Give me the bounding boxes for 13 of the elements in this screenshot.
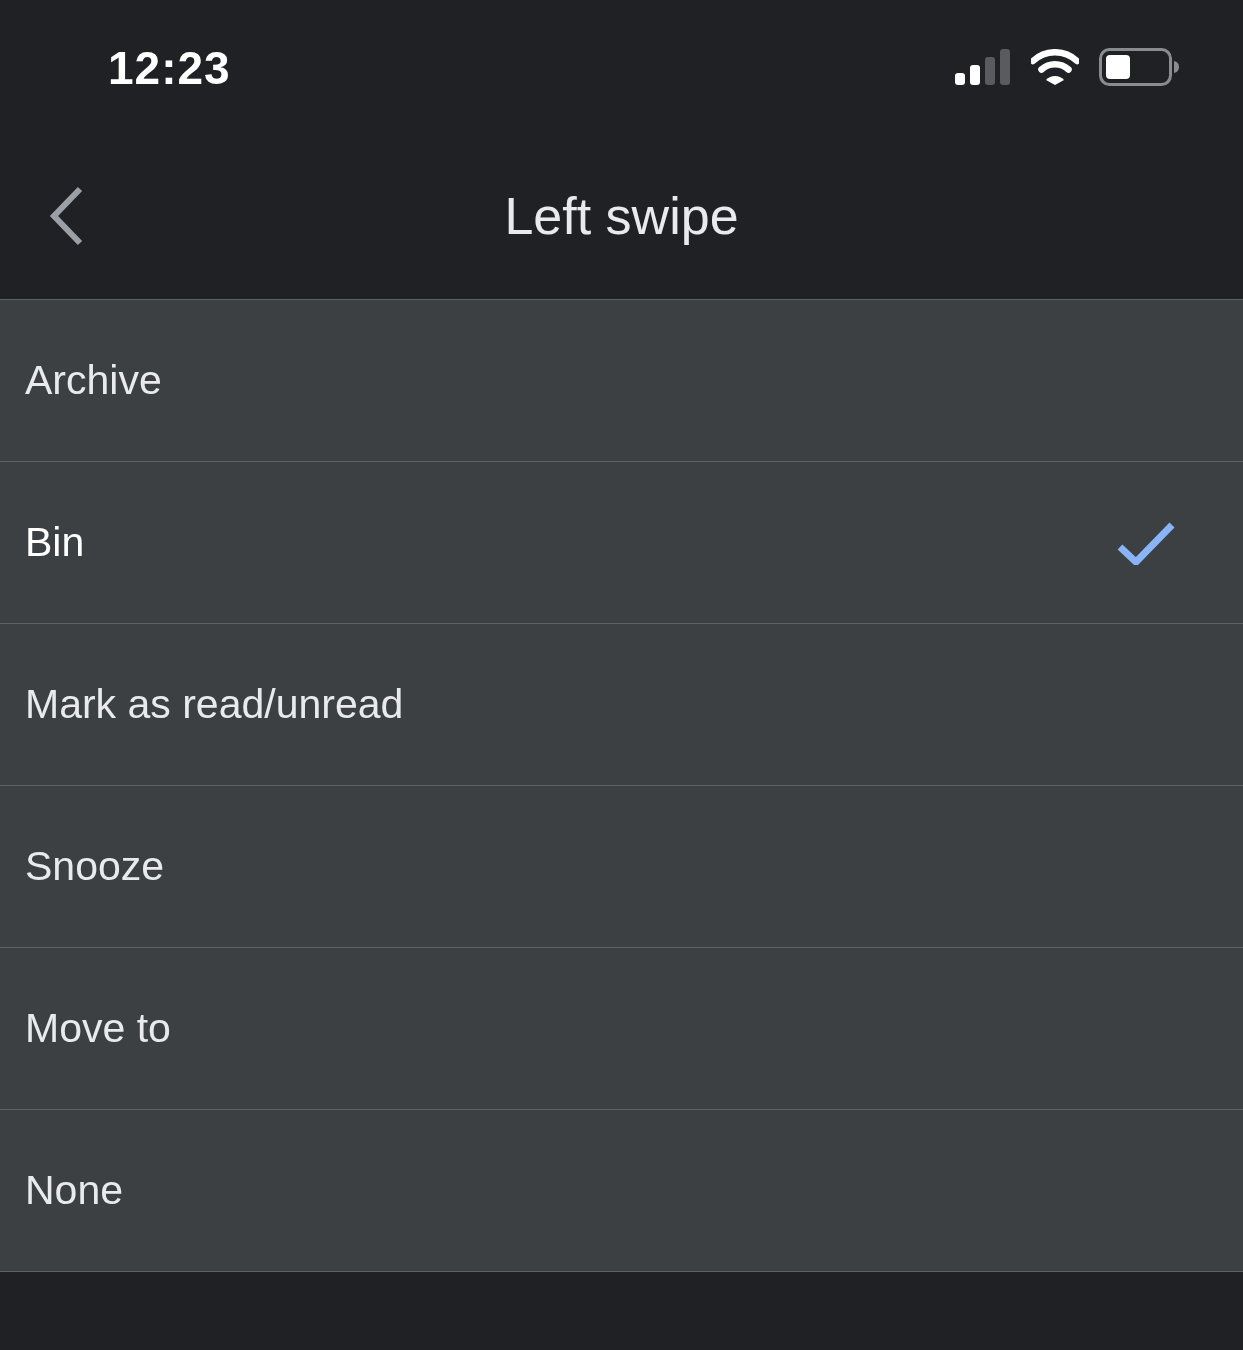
page-title: Left swipe <box>504 185 739 246</box>
option-row[interactable]: Move to <box>0 948 1243 1110</box>
option-row[interactable]: Archive <box>0 300 1243 462</box>
status-time: 12:23 <box>108 42 231 94</box>
back-chevron-icon <box>48 185 84 246</box>
option-row[interactable]: Bin <box>0 462 1243 624</box>
checkmark-icon <box>1117 520 1175 565</box>
wifi-icon <box>1031 49 1079 85</box>
cellular-signal-icon <box>955 49 1011 85</box>
option-row[interactable]: Mark as read/unread <box>0 624 1243 786</box>
option-row[interactable]: Snooze <box>0 786 1243 948</box>
option-row[interactable]: None <box>0 1110 1243 1272</box>
battery-icon <box>1099 48 1179 86</box>
